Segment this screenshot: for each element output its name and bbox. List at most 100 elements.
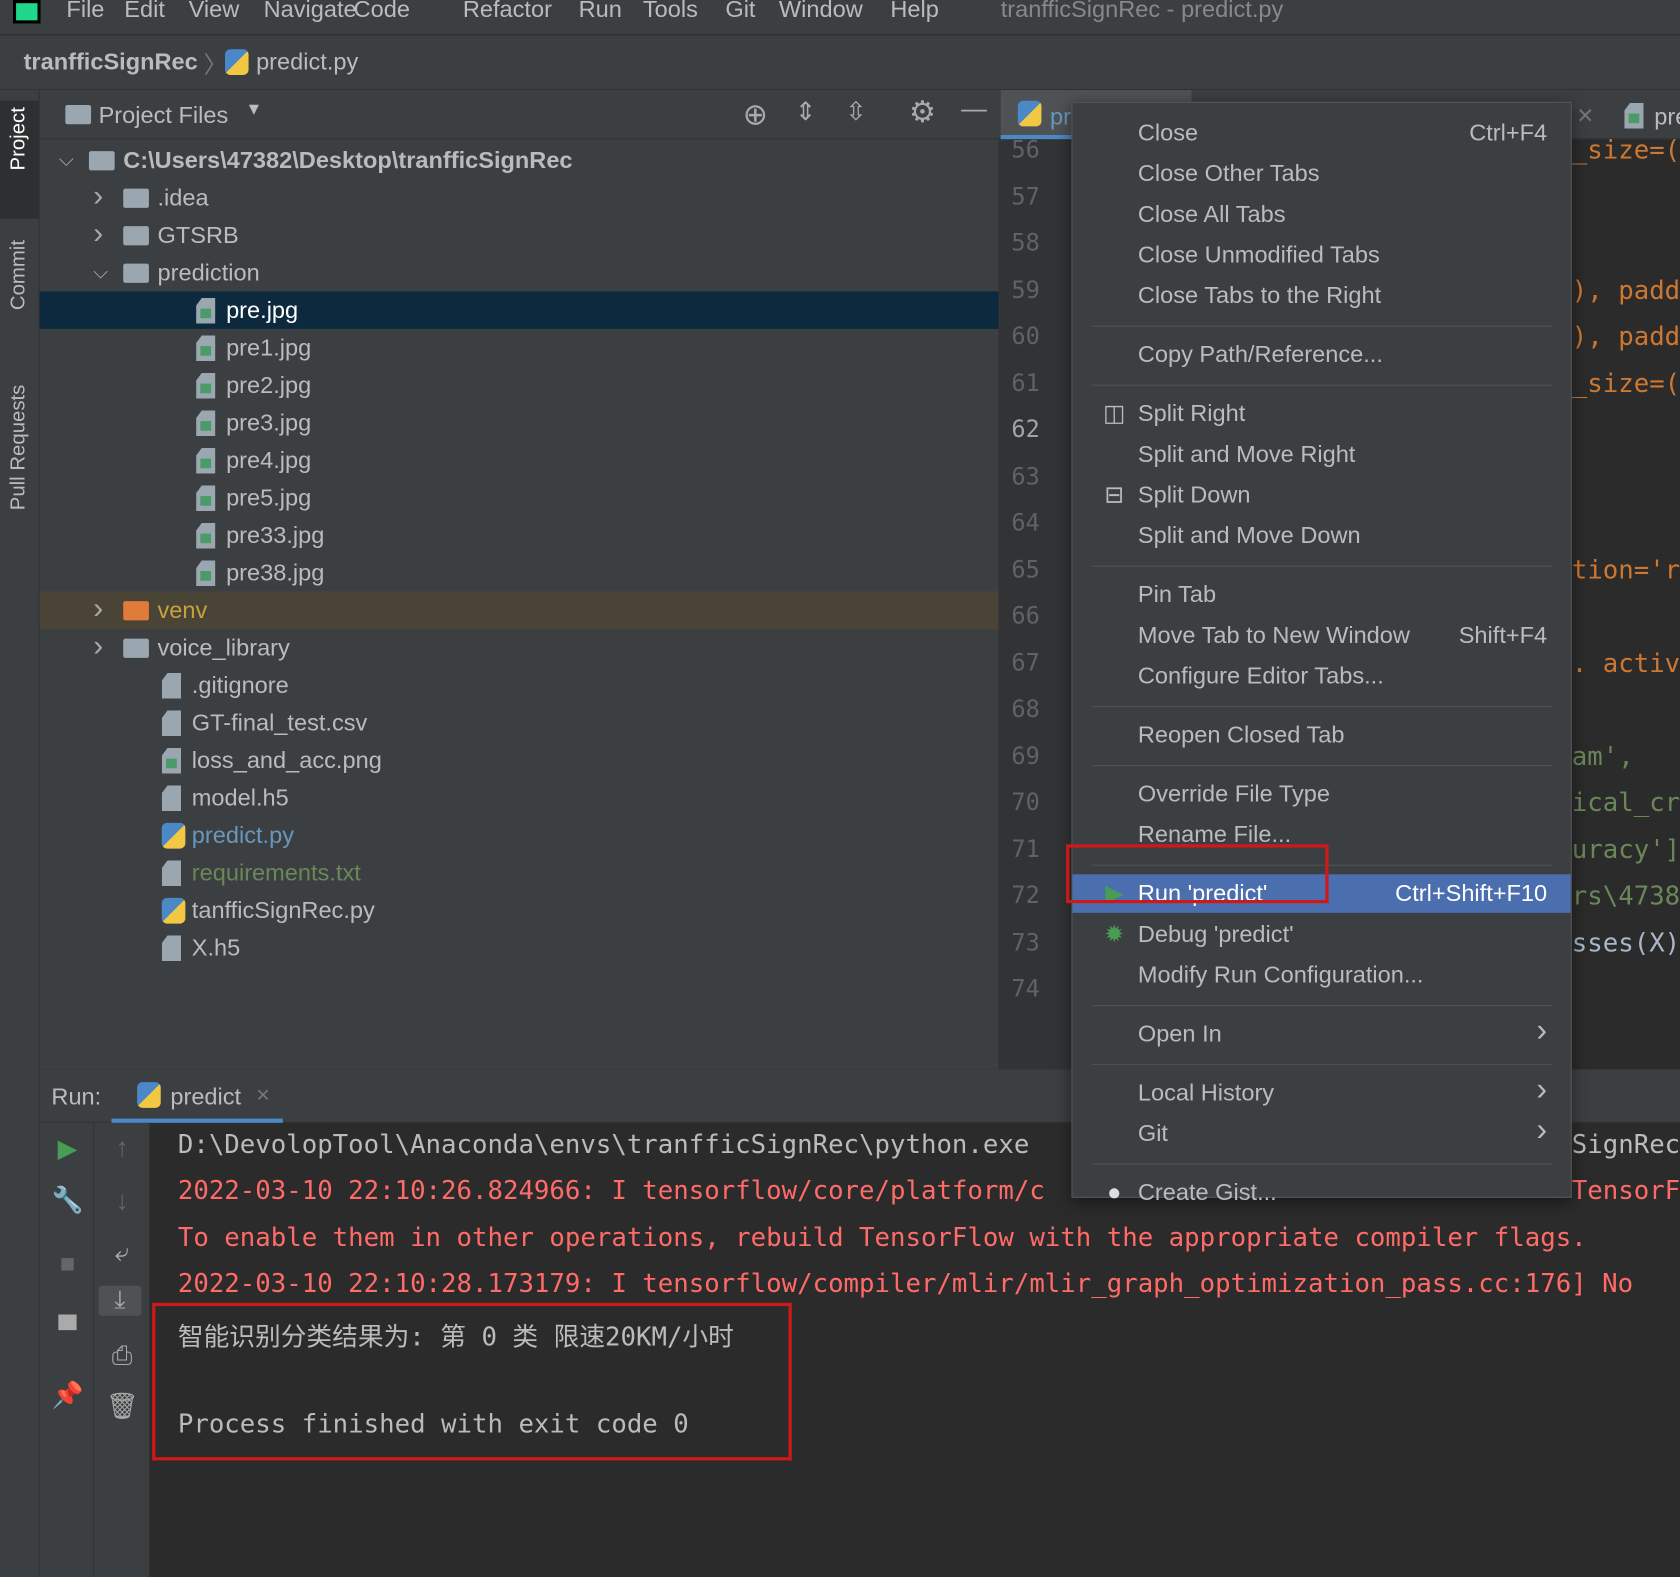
trash-icon[interactable]: 🗑 (101, 1391, 144, 1422)
close-icon[interactable]: × (256, 1081, 270, 1109)
menu-item-close-all-tabs[interactable]: Close All Tabs (1073, 195, 1571, 234)
tool-tab-project[interactable]: Project (8, 107, 32, 170)
menu-item-close[interactable]: Close Ctrl+F4 (1073, 114, 1571, 153)
run-tab-predict[interactable]: predict × (111, 1069, 283, 1123)
menu-view[interactable]: View (189, 0, 240, 24)
menu-navigate[interactable]: Navigate (264, 0, 357, 24)
menu-item-debug-predict[interactable]: ✹ Debug 'predict' (1073, 915, 1571, 954)
breadcrumb-file[interactable]: predict.py (256, 48, 358, 76)
menu-item-override-file-type[interactable]: Override File Type (1073, 775, 1571, 814)
code-fragment[interactable]: ), paddi (1572, 321, 1680, 351)
code-fragment[interactable]: rs\4738 (1572, 881, 1680, 911)
chevron-right-icon[interactable]: › (93, 589, 103, 627)
tree-item[interactable]: predict.py (40, 816, 999, 854)
menu-item-split-down[interactable]: ⊟ Split Down (1073, 476, 1571, 515)
code-fragment[interactable]: _size=( (1572, 368, 1680, 398)
menu-item-move-tab-to-new-window[interactable]: Move Tab to New Window Shift+F4 (1073, 616, 1571, 655)
menu-item-reopen-closed-tab[interactable]: Reopen Closed Tab (1073, 716, 1571, 755)
tool-tab-commit[interactable]: Commit (8, 240, 32, 310)
chevron-right-icon[interactable]: › (93, 177, 103, 215)
menu-item-copy-path-reference[interactable]: Copy Path/Reference... (1073, 335, 1571, 374)
tree-item[interactable]: pre3.jpg (40, 404, 999, 442)
code-fragment[interactable]: . activa (1572, 648, 1680, 678)
minimize-icon[interactable]: — (953, 94, 996, 124)
tree-item[interactable]: › .idea (40, 179, 999, 217)
tree-item[interactable]: pre5.jpg (40, 479, 999, 517)
menu-item-configure-editor-tabs[interactable]: Configure Editor Tabs... (1073, 657, 1571, 696)
code-fragment[interactable]: am', (1572, 741, 1634, 771)
menu-item-git[interactable]: Git › (1073, 1112, 1571, 1153)
stop-icon[interactable]: ■ (46, 1249, 89, 1279)
chevron-right-icon[interactable]: › (93, 627, 103, 665)
folder-icon (123, 638, 149, 658)
tree-item[interactable]: ⌵ C:\Users\47382\Desktop\tranfficSignRec (40, 141, 999, 179)
menu-git[interactable]: Git (725, 0, 755, 24)
tree-item[interactable]: pre4.jpg (40, 441, 999, 479)
menu-item-modify-run-configuration[interactable]: Modify Run Configuration... (1073, 956, 1571, 995)
tree-item[interactable]: loss_and_acc.png (40, 741, 999, 779)
rerun-icon[interactable]: ▶ (46, 1134, 89, 1165)
chevron-down-icon[interactable]: ⌵ (93, 254, 108, 292)
gear-icon[interactable]: ⚙ (901, 94, 944, 129)
menu-item-close-other-tabs[interactable]: Close Other Tabs (1073, 154, 1571, 193)
soft-wrap-icon[interactable]: ⤶ (101, 1239, 144, 1269)
chevron-down-icon[interactable]: ▼ (245, 101, 262, 120)
code-fragment[interactable]: _size=( (1572, 135, 1680, 165)
chevron-right-icon[interactable]: › (93, 214, 103, 252)
menu-file[interactable]: File (66, 0, 104, 24)
print-icon[interactable]: ⎙ (101, 1341, 144, 1371)
collapse-all-icon[interactable]: ⇳ (835, 96, 878, 127)
breadcrumb-project[interactable]: tranfficSignRec (24, 48, 198, 76)
tree-item[interactable]: pre38.jpg (40, 554, 999, 592)
menu-item-local-history[interactable]: Local History › (1073, 1071, 1571, 1113)
tree-item[interactable]: GT-final_test.csv (40, 704, 999, 742)
pin-icon[interactable]: 📌 (46, 1380, 89, 1411)
tree-item[interactable]: tanfficSignRec.py (40, 891, 999, 929)
menu-item-close-tabs-to-the-right[interactable]: Close Tabs to the Right (1073, 276, 1571, 315)
tree-item[interactable]: model.h5 (40, 779, 999, 817)
wrench-icon[interactable]: 🔧 (46, 1185, 89, 1216)
tree-item[interactable]: › voice_library (40, 629, 999, 667)
image-file-icon (196, 485, 216, 512)
menu-tools[interactable]: Tools (643, 0, 698, 24)
tree-item[interactable]: › GTSRB (40, 216, 999, 254)
project-view-selector[interactable]: Project Files (99, 102, 229, 130)
code-fragment[interactable]: ical_cr (1572, 788, 1680, 818)
tree-item[interactable]: pre.jpg (39, 291, 999, 329)
menu-item-close-unmodified-tabs[interactable]: Close Unmodified Tabs (1073, 236, 1571, 275)
tree-item[interactable]: .gitignore (40, 666, 999, 704)
tree-item[interactable]: › venv (39, 589, 999, 629)
expand-all-icon[interactable]: ⇕ (784, 96, 827, 127)
menu-refactor[interactable]: Refactor (463, 0, 552, 24)
layout-icon[interactable]: ▀ (46, 1316, 89, 1346)
arrow-up-icon[interactable]: ↑ (101, 1134, 144, 1164)
menu-edit[interactable]: Edit (124, 0, 165, 24)
tree-item[interactable]: pre33.jpg (40, 516, 999, 554)
close-icon[interactable]: × (1577, 99, 1593, 132)
menu-run[interactable]: Run (579, 0, 622, 24)
code-fragment[interactable]: tion='r (1572, 554, 1680, 584)
tree-item[interactable]: pre2.jpg (40, 366, 999, 404)
menu-item-split-and-move-down[interactable]: Split and Move Down (1073, 516, 1571, 555)
code-fragment[interactable]: ), paddi (1572, 275, 1680, 305)
tree-item[interactable]: requirements.txt (40, 854, 999, 892)
menu-item-split-right[interactable]: ◫ Split Right (1073, 394, 1571, 433)
chevron-down-icon[interactable]: ⌵ (59, 141, 74, 179)
menu-item-create-gist[interactable]: ● Create Gist... (1073, 1173, 1571, 1212)
tree-item[interactable]: ⌵ prediction (40, 254, 999, 292)
menu-item-pin-tab[interactable]: Pin Tab (1073, 575, 1571, 614)
menu-code[interactable]: Code (354, 0, 410, 24)
scroll-to-end-icon[interactable]: ⤓ (98, 1285, 142, 1316)
locate-icon[interactable]: ⊕ (734, 96, 777, 131)
tree-item[interactable]: X.h5 (40, 929, 999, 967)
tool-tab-pull-requests[interactable]: Pull Requests (8, 385, 32, 511)
arrow-down-icon[interactable]: ↓ (101, 1187, 144, 1217)
code-fragment[interactable]: uracy']] (1572, 834, 1680, 864)
menu-window[interactable]: Window (779, 0, 863, 24)
tree-item[interactable]: pre1.jpg (40, 329, 999, 367)
menu-item-open-in[interactable]: Open In › (1073, 1013, 1571, 1054)
menu-help[interactable]: Help (890, 0, 938, 24)
menu-item-split-and-move-right[interactable]: Split and Move Right (1073, 435, 1571, 474)
code-fragment[interactable]: sses(X) (1572, 927, 1680, 957)
tab-pre-image[interactable]: pre (1620, 90, 1680, 139)
